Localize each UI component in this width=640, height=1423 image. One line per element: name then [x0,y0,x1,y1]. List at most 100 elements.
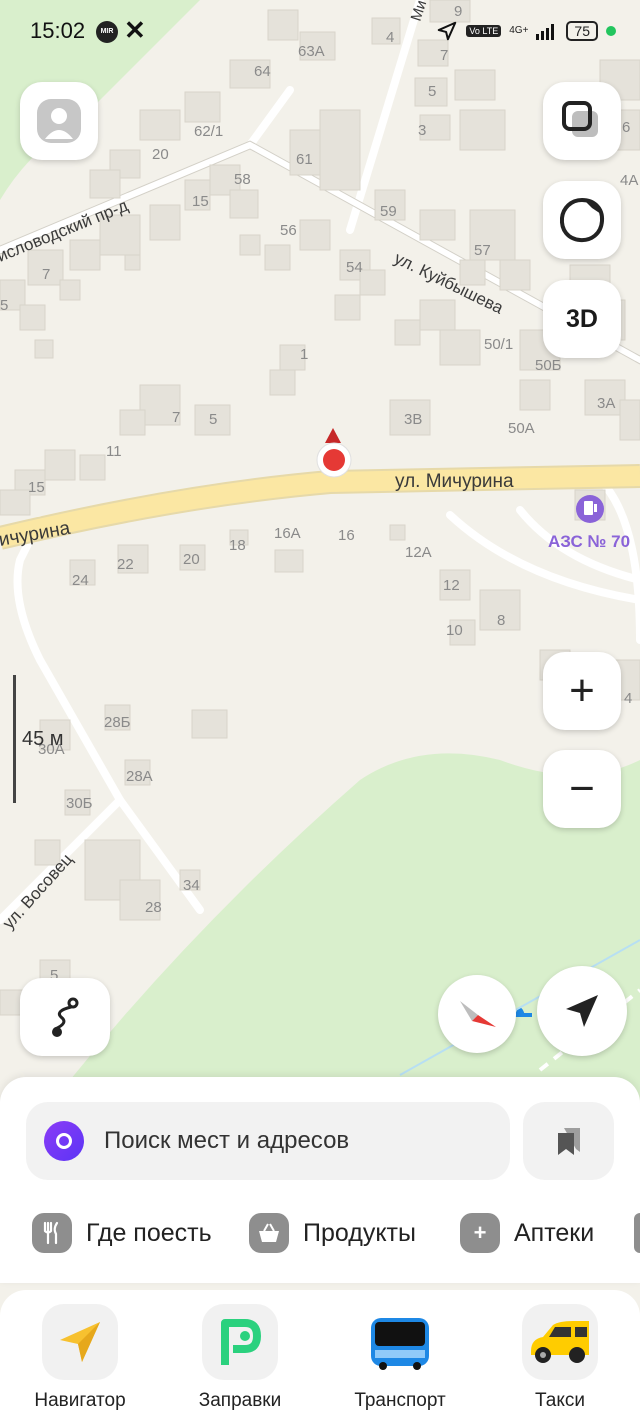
house-number: 24 [72,572,89,589]
house-number: 16 [338,527,355,544]
house-number: 22 [117,556,134,573]
plus-icon: + [460,1213,500,1253]
status-bar: 15:02 MIR ✕ Vo LTE 4G+ 75 [0,0,640,64]
category-food-label: Где поесть [86,1218,212,1247]
house-number: 15 [28,479,45,496]
toggle-3d-button[interactable]: 3D [543,280,621,358]
nav-transport-label: Транспорт [354,1390,446,1411]
house-number: 6 [622,119,630,136]
house-number: 50/1 [484,336,513,353]
house-number: 1 [300,346,308,363]
basket-icon [249,1213,289,1253]
house-number: 7 [172,409,180,426]
bus-icon [362,1304,438,1380]
search-placeholder: Поиск мест и адресов [104,1127,350,1154]
house-number: 28Б [104,714,131,731]
bookmarks-button[interactable] [523,1102,614,1180]
my-location-button[interactable] [537,966,627,1056]
zoom-in-icon: + [569,666,595,715]
house-number: 34 [183,877,200,894]
house-number: 62/1 [194,123,223,140]
house-number: 10 [446,622,463,639]
network-4g-label: 4G+ [509,25,529,36]
house-number: 28А [126,768,153,785]
house-number: 16А [274,525,301,542]
more-category-icon [634,1213,640,1253]
house-number: 5 [209,411,217,428]
category-groceries-label: Продукты [303,1218,416,1247]
house-number: 7 [42,266,50,283]
house-number: 28 [145,899,162,916]
house-number: 12 [443,577,460,594]
profile-button[interactable] [20,82,98,160]
house-number: 20 [183,551,200,568]
compass-button[interactable] [438,975,516,1053]
scale-bar [13,675,16,803]
category-pharmacy-label: Аптеки [514,1218,595,1247]
map[interactable]: 9 4 7 5 3 6 4А 63А 64 62/1 20 61 58 15 5… [0,0,640,1100]
house-number: 15 [192,193,209,210]
location-arrow-icon [438,21,457,41]
compass-icon [460,1001,496,1027]
search-bar[interactable]: Поиск мест и адресов [26,1102,510,1180]
zoom-in-button[interactable]: + [543,652,621,730]
bottom-navigation: Навигатор Заправки Транспорт Такси [0,1290,640,1423]
azs-label: АЗС № 70 [548,532,630,551]
signal-icon [536,24,555,40]
taxi-car-icon [522,1304,598,1380]
house-number: 3А [597,395,615,412]
house-number: 50А [508,420,535,437]
route-button[interactable] [20,978,110,1056]
nav-taxi[interactable]: Такси [500,1304,620,1412]
nav-navigator-label: Навигатор [34,1390,126,1411]
street-label-michurina: ул. Мичурина [395,471,514,492]
house-number: 64 [254,63,271,80]
search-sheet: Поиск мест и адресов Где поесть Продукты… [0,1077,640,1283]
house-number: 59 [380,203,397,220]
shape-button[interactable] [543,181,621,259]
volte-icon: Vo LTE [466,25,502,37]
battery-icon: 75 [566,21,598,41]
fork-knife-icon [32,1213,72,1253]
layers-icon [562,101,598,137]
nav-transport[interactable]: Транспорт [340,1304,460,1412]
house-number: 57 [474,242,491,259]
category-pharmacy[interactable]: + Аптеки [460,1212,594,1254]
blob-shape-icon [559,197,605,243]
house-number: 11 [106,443,122,460]
house-number: 30Б [66,795,93,812]
x-app-icon: ✕ [124,15,146,45]
zoom-out-icon: − [569,764,595,813]
category-groceries[interactable]: Продукты [249,1212,416,1254]
category-food[interactable]: Где поесть [32,1212,212,1254]
house-number: 4 [624,690,632,707]
house-number: 5 [428,83,436,100]
status-indicators: Vo LTE 4G+ 75 [436,18,616,44]
house-number: 3В [404,411,422,428]
mir-pay-icon: MIR [96,21,118,43]
house-number: 5 [0,297,8,314]
house-number: 61 [296,151,313,168]
user-avatar-icon [37,99,81,143]
nav-navigator[interactable]: Навигатор [20,1304,140,1412]
house-number: 50Б [535,357,562,374]
layers-button[interactable] [543,82,621,160]
bookmarks-icon [557,1128,580,1155]
status-time: 15:02 [30,18,86,43]
house-number: 12А [405,544,432,561]
navigation-arrow-icon [566,995,598,1027]
category-more[interactable] [634,1212,640,1254]
fuel-p-icon [202,1304,278,1380]
privacy-dot-icon [606,26,616,36]
zoom-out-button[interactable]: − [543,750,621,828]
house-number: 20 [152,146,169,163]
house-number: 8 [497,612,505,629]
house-number: 3 [418,122,426,139]
house-number: 58 [234,171,251,188]
house-number: 54 [346,259,363,276]
alice-voice-icon[interactable] [44,1121,84,1161]
house-number: 18 [229,537,246,554]
nav-fuel[interactable]: Заправки [180,1304,300,1412]
nav-taxi-label: Такси [535,1390,585,1411]
nav-fuel-label: Заправки [198,1390,282,1411]
